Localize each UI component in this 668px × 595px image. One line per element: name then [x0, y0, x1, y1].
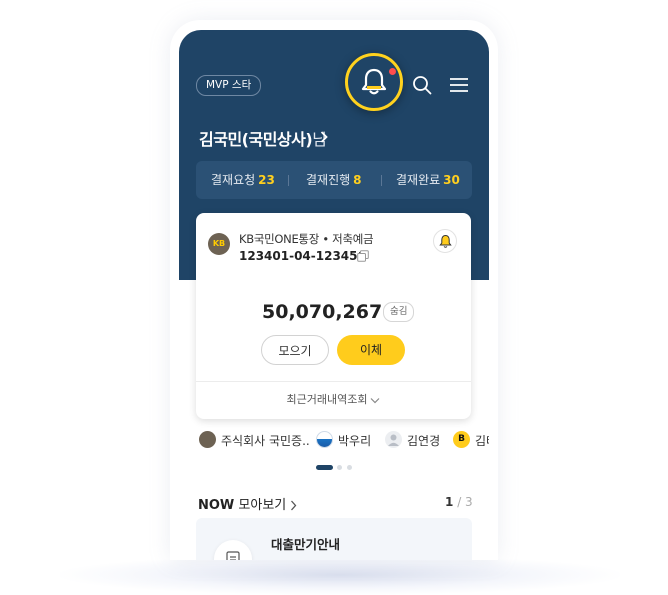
pager-dot-active[interactable] [316, 465, 333, 470]
search-icon[interactable] [412, 75, 432, 95]
approval-in-progress-count: 8 [353, 173, 362, 187]
balance-amount: 50,070,267 [262, 301, 383, 323]
app-screen: MVP 스타 김국민(국민상사)님 결재요청 23 결재진행 8 결재완료 30… [179, 30, 489, 560]
floor-shadow [60, 555, 620, 595]
now-section-title[interactable]: NOW 모아보기 [198, 494, 297, 513]
divider [381, 175, 382, 186]
recipient-name: 주식회사 국민증.. [221, 434, 310, 448]
account-name: KB국민ONE통장 • 저축예금 [239, 232, 374, 246]
bell-icon [439, 234, 452, 248]
divider [288, 175, 289, 186]
pager-dot[interactable] [337, 465, 342, 470]
hide-balance-button[interactable]: 숨김 [383, 302, 415, 322]
woori-logo-icon [316, 431, 333, 448]
now-page-current: 1 [445, 495, 454, 509]
document-icon [214, 540, 252, 560]
approval-request-label: 결재요청 [211, 173, 256, 187]
recipient-name: 박우리 [338, 434, 372, 448]
kbank-logo-icon: B [453, 431, 470, 448]
approval-request-count: 23 [258, 173, 275, 187]
copy-icon[interactable] [357, 250, 369, 262]
now-title-rest: 모아보기 [238, 498, 287, 513]
bell-icon [361, 68, 387, 95]
now-card[interactable]: 대출만기안내 [196, 518, 472, 560]
transfer-button[interactable]: 이체 [337, 335, 405, 365]
now-card-title: 대출만기안내 [271, 537, 341, 552]
recipient-name: 김태 [475, 434, 489, 448]
approval-complete-label: 결재완료 [396, 173, 441, 187]
approval-summary-bar: 결재요청 23 결재진행 8 결재완료 30 [196, 161, 472, 199]
menu-icon[interactable] [449, 77, 469, 93]
chevron-right-icon[interactable] [320, 131, 328, 143]
chevron-right-icon [291, 500, 297, 511]
recent-history-link[interactable]: 최근거래내역조회 [196, 391, 471, 407]
notification-button[interactable] [345, 53, 403, 111]
kb-bank-logo: KB [208, 233, 230, 255]
user-name[interactable]: 김국민(국민상사)님 [199, 126, 327, 150]
gather-button[interactable]: 모으기 [261, 335, 329, 365]
approval-complete[interactable]: 결재완료 30 [396, 161, 460, 199]
account-balance: 50,070,267원 [262, 299, 399, 323]
grade-badge[interactable]: MVP 스타 [196, 75, 262, 96]
person-avatar-icon [385, 431, 402, 448]
approval-in-progress[interactable]: 결재진행 8 [306, 161, 362, 199]
now-title-bold: NOW [198, 498, 235, 513]
account-card: KB KB국민ONE통장 • 저축예금 123401-04-123456 50,… [196, 213, 471, 419]
kb-logo-icon [199, 431, 216, 448]
account-alarm-button[interactable] [433, 229, 457, 253]
now-page-total: / 3 [457, 495, 473, 509]
pager-dot[interactable] [347, 465, 352, 470]
approval-request[interactable]: 결재요청 23 [211, 161, 275, 199]
account-number: 123401-04-123456 [239, 249, 366, 263]
approval-in-progress-label: 결재진행 [306, 173, 351, 187]
now-page-indicator: 1 / 3 [445, 495, 473, 509]
notification-dot [389, 68, 396, 75]
recent-history-label: 최근거래내역조회 [286, 393, 368, 406]
user-name-text: 김국민(국민상사) [199, 130, 313, 149]
chevron-down-icon [371, 397, 380, 403]
approval-complete-count: 30 [443, 173, 460, 187]
recipient-name: 김연경 [407, 434, 441, 448]
phone-frame: MVP 스타 김국민(국민상사)님 결재요청 23 결재진행 8 결재완료 30… [170, 20, 498, 560]
divider [196, 381, 471, 382]
